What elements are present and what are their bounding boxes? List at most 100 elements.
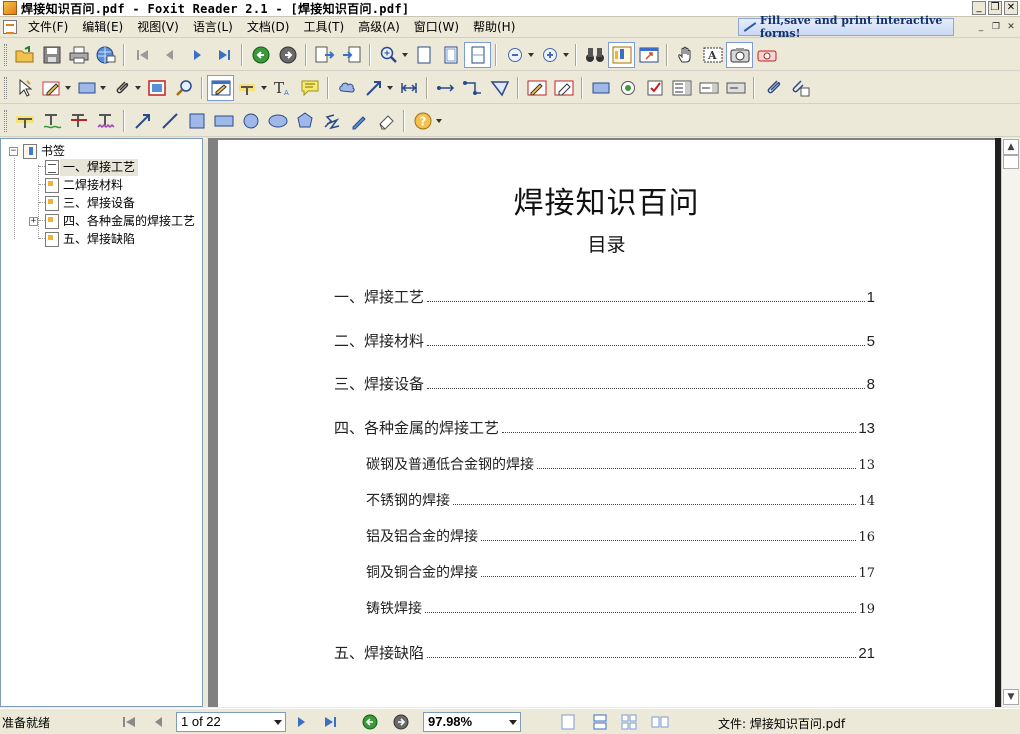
print-button[interactable]: [65, 42, 92, 68]
typewriter-button[interactable]: [753, 42, 780, 68]
status-first-page-button[interactable]: [120, 714, 138, 730]
squiggly-text-button[interactable]: [92, 108, 119, 134]
line-draw-button[interactable]: [156, 108, 183, 134]
scroll-up-arrow-icon[interactable]: ▲: [1003, 139, 1019, 155]
typewriter-tool-button[interactable]: [207, 74, 234, 101]
doc-close-button[interactable]: ✕: [1004, 20, 1018, 34]
toolbar-grip[interactable]: [4, 109, 7, 132]
continuous-layout-button[interactable]: [591, 714, 609, 730]
actual-size-button[interactable]: [410, 42, 437, 68]
insert-page-button[interactable]: [338, 42, 365, 68]
status-previous-page-button[interactable]: [150, 714, 168, 730]
zoom-in-button[interactable]: [536, 42, 569, 68]
select-text-button[interactable]: A: [699, 42, 726, 68]
strikeout-text-button[interactable]: [65, 108, 92, 134]
chevron-down-icon[interactable]: [274, 720, 282, 725]
next-page-button[interactable]: [183, 42, 210, 68]
single-page-layout-button[interactable]: [559, 714, 577, 730]
doc-minimize-button[interactable]: _: [974, 20, 988, 34]
search-annotation-button[interactable]: [170, 75, 197, 101]
radio-button-tool[interactable]: [614, 75, 641, 101]
toc-entry[interactable]: 不锈钢的焊接 14: [366, 490, 875, 510]
minimize-button[interactable]: _: [972, 1, 986, 15]
toc-entry[interactable]: 一、焊接工艺 1: [334, 286, 875, 307]
toc-entry[interactable]: 三、焊接设备 8: [334, 373, 875, 394]
arrow-tool-button[interactable]: [360, 75, 393, 101]
vertical-scrollbar[interactable]: ▲ ▼: [1001, 138, 1020, 707]
square-draw-button[interactable]: [183, 108, 210, 134]
status-forward-button[interactable]: [392, 714, 410, 730]
restore-button[interactable]: ❐: [988, 1, 1002, 15]
polygon-draw-button[interactable]: [291, 108, 318, 134]
extract-page-button[interactable]: [311, 42, 338, 68]
checkbox-tool-button[interactable]: [641, 75, 668, 101]
zoom-out-button[interactable]: [501, 42, 534, 68]
note-tool-button[interactable]: [38, 75, 71, 101]
scrollbar-thumb[interactable]: [1003, 155, 1019, 169]
last-page-button[interactable]: [210, 42, 237, 68]
perimeter-tool-button[interactable]: [459, 75, 486, 101]
full-screen-button[interactable]: [635, 42, 662, 68]
underline-text-button[interactable]: [38, 108, 65, 134]
status-last-page-button[interactable]: [322, 714, 340, 730]
form-text-field-button[interactable]: [587, 75, 614, 101]
find-button[interactable]: [581, 42, 608, 68]
bookmark-item[interactable]: 三、焊接设备: [45, 194, 135, 212]
page-number-combo[interactable]: 1 of 22: [176, 712, 286, 732]
chevron-down-icon[interactable]: [509, 720, 517, 725]
toolbar-grip[interactable]: [4, 76, 7, 99]
zoom-in-tool-button[interactable]: [375, 42, 408, 68]
area-tool-button[interactable]: [486, 75, 513, 101]
bookmarks-panel-button[interactable]: [608, 41, 635, 68]
toc-entry[interactable]: 五、焊接缺陷 21: [334, 642, 875, 663]
go-back-button[interactable]: [247, 42, 274, 68]
toc-entry[interactable]: 铝及铝合金的焊接 16: [366, 526, 875, 546]
combo-box-tool-button[interactable]: [695, 75, 722, 101]
text-tool-button[interactable]: TA: [269, 75, 296, 101]
first-page-button[interactable]: [129, 42, 156, 68]
link-tool-button[interactable]: [759, 75, 786, 101]
toc-entry[interactable]: 四、各种金属的焊接工艺 13: [334, 417, 875, 438]
zoom-combo[interactable]: 97.98%: [423, 712, 521, 732]
rectangle-draw-button[interactable]: [210, 108, 237, 134]
bookmark-item[interactable]: 五、焊接缺陷: [45, 230, 135, 248]
distance-tool-button[interactable]: [432, 75, 459, 101]
open-button[interactable]: [11, 42, 38, 68]
comment-tool-button[interactable]: [296, 75, 323, 101]
facing-layout-button[interactable]: [620, 714, 638, 730]
bookmark-item[interactable]: 一、焊接工艺: [45, 158, 139, 176]
highlight-tool-button[interactable]: [234, 75, 267, 101]
pencil-draw-button[interactable]: [345, 108, 372, 134]
toc-entry[interactable]: 铜及铜合金的焊接 17: [366, 562, 875, 582]
arrow-draw-button[interactable]: [129, 108, 156, 134]
menu-document[interactable]: 文档(D): [240, 18, 297, 37]
file-attachment-button[interactable]: [786, 75, 813, 101]
menu-help[interactable]: 帮助(H): [466, 18, 522, 37]
rectangle-tool-button[interactable]: [73, 75, 106, 101]
fit-width-button[interactable]: [464, 41, 491, 68]
toc-entry[interactable]: 铸铁焊接 19: [366, 598, 875, 618]
toolbar-grip[interactable]: [4, 43, 7, 66]
menu-tools[interactable]: 工具(T): [296, 18, 351, 37]
collapse-toggle[interactable]: −: [9, 147, 18, 156]
menu-window[interactable]: 窗口(W): [407, 18, 466, 37]
menu-view[interactable]: 视图(V): [130, 18, 186, 37]
help-button[interactable]: ?: [409, 108, 442, 134]
save-button[interactable]: [38, 42, 65, 68]
document-icon[interactable]: [3, 20, 17, 34]
circle-draw-button[interactable]: [237, 108, 264, 134]
dimension-tool-button[interactable]: [395, 75, 422, 101]
fill-forms-promo-link[interactable]: Fill,save and print interactive forms!: [738, 14, 954, 40]
hand-tool-button[interactable]: [672, 42, 699, 68]
list-box-tool-button[interactable]: [668, 75, 695, 101]
highlight-text-button[interactable]: [11, 108, 38, 134]
cloud-tool-button[interactable]: [333, 75, 360, 101]
fit-page-button[interactable]: [437, 42, 464, 68]
doc-restore-button[interactable]: ❐: [989, 20, 1003, 34]
document-view[interactable]: 焊接知识百问 目录 一、焊接工艺 1 二、焊接材料 5 三、焊接设备 8 四、各种金属的焊接…: [208, 138, 1001, 707]
eraser-draw-button[interactable]: [372, 108, 399, 134]
menu-file[interactable]: 文件(F): [21, 18, 75, 37]
close-button[interactable]: ✕: [1004, 1, 1018, 15]
polyline-draw-button[interactable]: [318, 108, 345, 134]
bookmark-item[interactable]: 四、各种金属的焊接工艺: [45, 212, 195, 230]
